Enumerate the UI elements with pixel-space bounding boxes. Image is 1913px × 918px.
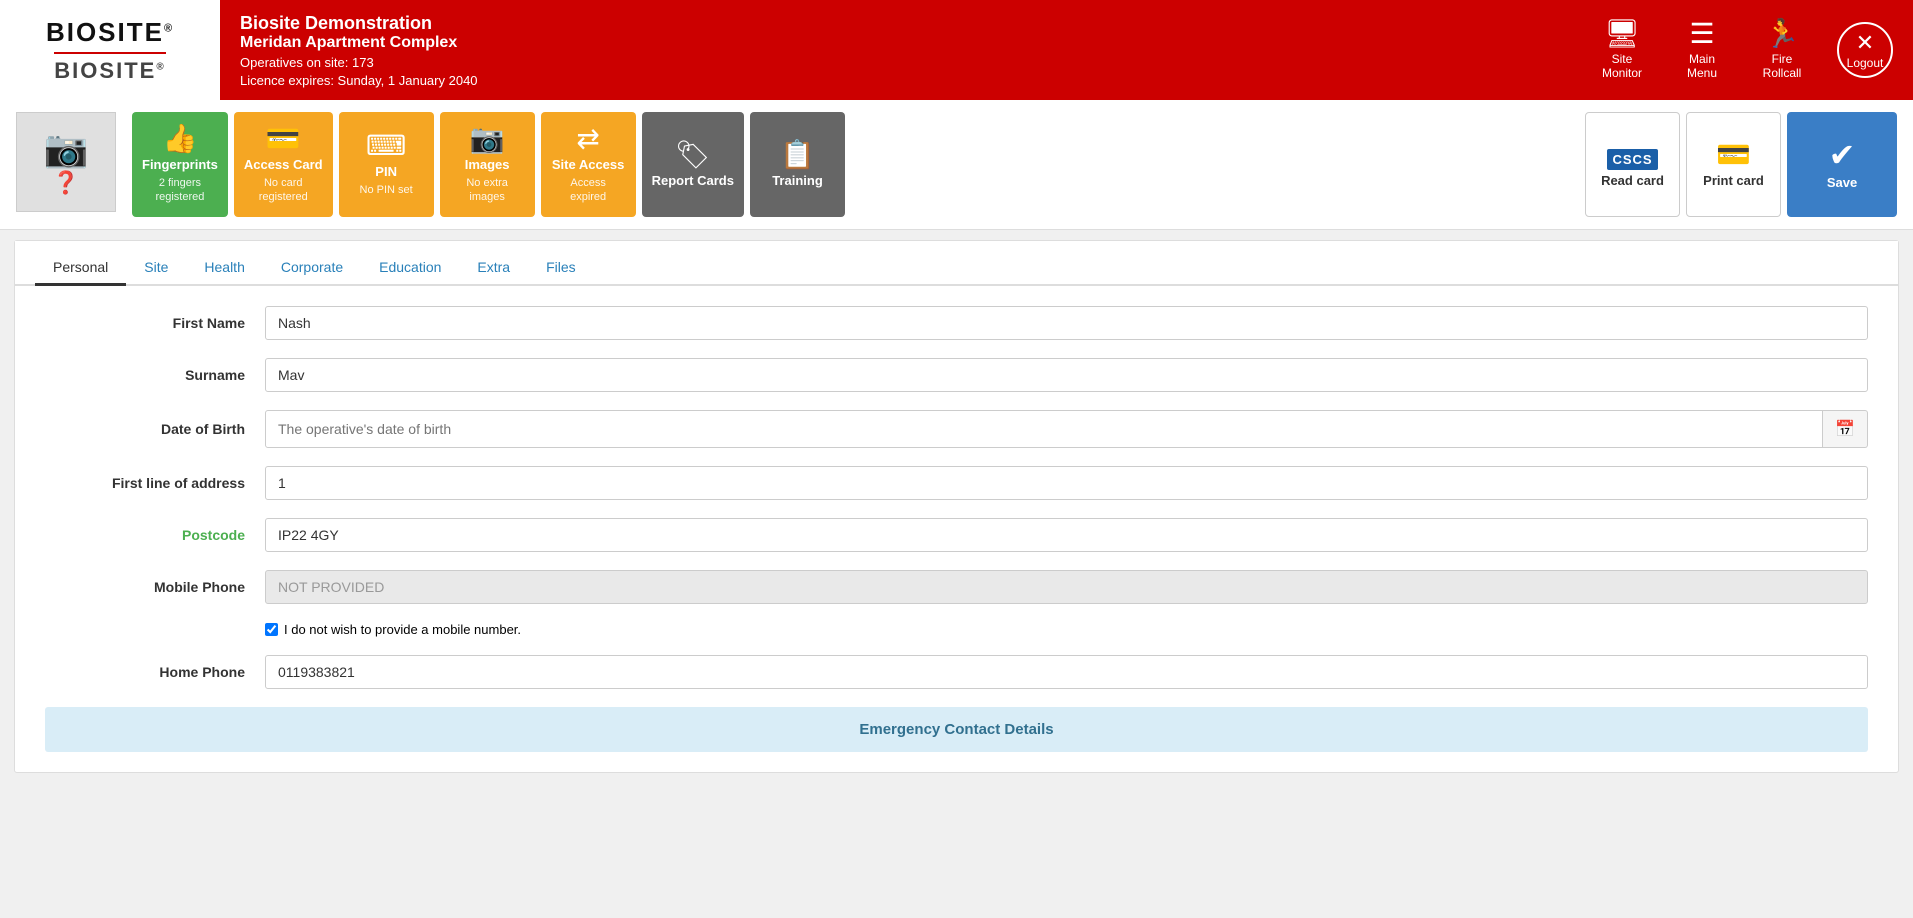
first-name-label: First Name (45, 315, 265, 331)
logo-bottom: BIOSITE® (54, 52, 165, 84)
dob-label: Date of Birth (45, 421, 265, 437)
logo-top: BIOSITE® (46, 17, 174, 48)
access-card-icon: 💳 (266, 125, 301, 153)
company-name: Biosite Demonstration (240, 13, 1557, 34)
access-card-label: Access Card (244, 157, 323, 172)
operative-photo[interactable]: 📷 ❓ (16, 112, 116, 212)
first-name-row: First Name (45, 306, 1868, 340)
main-content: Personal Site Health Corporate Education… (14, 240, 1899, 773)
logout-button[interactable]: ✕ Logout (1827, 17, 1903, 83)
photo-question: ❓ (52, 170, 79, 196)
postcode-label: Postcode (45, 527, 265, 543)
save-button[interactable]: ✔ Save (1787, 112, 1897, 217)
tab-site[interactable]: Site (126, 251, 186, 286)
address-input[interactable] (265, 466, 1868, 500)
images-icon: 📷 (470, 125, 505, 153)
toolbar: 📷 ❓ 👍 Fingerprints 2 fingersregistered 💳… (0, 100, 1913, 230)
images-sub: No extraimages (466, 176, 508, 205)
no-mobile-checkbox-row: I do not wish to provide a mobile number… (265, 622, 1868, 637)
header-nav: 🖥 SiteMonitor ☰ MainMenu 🏃 FireRollcall … (1577, 0, 1913, 100)
emergency-contact-title: Emergency Contact Details (65, 721, 1848, 738)
photo-icon: 📷 (44, 128, 89, 170)
logout-label: Logout (1847, 56, 1884, 70)
save-label: Save (1827, 175, 1857, 190)
dob-field-wrapper: 📅 (265, 410, 1868, 448)
tab-personal[interactable]: Personal (35, 251, 126, 286)
training-button[interactable]: 📋 Training (750, 112, 845, 217)
main-menu-button[interactable]: ☰ MainMenu (1667, 15, 1737, 85)
fingerprints-label: Fingerprints (142, 157, 218, 172)
fire-rollcall-icon: 🏃 (1765, 20, 1800, 48)
training-icon: 📋 (780, 141, 815, 169)
home-phone-input[interactable] (265, 655, 1868, 689)
fire-rollcall-button[interactable]: 🏃 FireRollcall (1747, 15, 1817, 85)
print-card-icon: 💳 (1716, 141, 1751, 169)
dob-row: Date of Birth 📅 (45, 410, 1868, 448)
tabs: Personal Site Health Corporate Education… (15, 241, 1898, 286)
images-label: Images (465, 157, 510, 172)
first-name-input[interactable] (265, 306, 1868, 340)
tab-health[interactable]: Health (186, 251, 262, 286)
header-info: Biosite Demonstration Meridan Apartment … (220, 0, 1577, 100)
site-monitor-button[interactable]: 🖥 SiteMonitor (1587, 15, 1657, 85)
logout-icon: ✕ (1856, 30, 1874, 56)
mobile-phone-row: Mobile Phone (45, 570, 1868, 604)
images-button[interactable]: 📷 Images No extraimages (440, 112, 535, 217)
postcode-row: Postcode (45, 518, 1868, 552)
print-card-button[interactable]: 💳 Print card (1686, 112, 1781, 217)
pin-icon: ⌨ (366, 132, 406, 160)
training-label: Training (772, 173, 823, 188)
main-menu-label: MainMenu (1687, 52, 1717, 80)
home-phone-row: Home Phone (45, 655, 1868, 689)
print-card-label: Print card (1703, 173, 1764, 188)
licence-expiry: Licence expires: Sunday, 1 January 2040 (240, 73, 1557, 88)
read-card-label: Read card (1601, 173, 1664, 188)
access-card-button[interactable]: 💳 Access Card No cardregistered (234, 112, 333, 217)
header: BIOSITE® BIOSITE® Biosite Demonstration … (0, 0, 1913, 100)
read-card-button[interactable]: CSCS Read card (1585, 112, 1680, 217)
access-card-sub: No cardregistered (259, 176, 308, 205)
site-monitor-icon: 🖥 (1604, 20, 1640, 48)
address-row: First line of address (45, 466, 1868, 500)
site-access-icon: ⇄ (576, 125, 599, 153)
tab-extra[interactable]: Extra (459, 251, 528, 286)
main-menu-icon: ☰ (1689, 20, 1714, 48)
dob-input[interactable] (265, 410, 1823, 448)
surname-label: Surname (45, 367, 265, 383)
fingerprints-icon: 👍 (162, 125, 197, 153)
dob-calendar-button[interactable]: 📅 (1823, 410, 1868, 448)
site-monitor-label: SiteMonitor (1602, 52, 1642, 80)
no-mobile-checkbox[interactable] (265, 623, 278, 636)
address-label: First line of address (45, 475, 265, 491)
read-card-icon: CSCS (1607, 141, 1657, 169)
tab-corporate[interactable]: Corporate (263, 251, 361, 286)
save-icon: ✔ (1829, 139, 1856, 171)
pin-label: PIN (375, 164, 397, 179)
fingerprints-sub: 2 fingersregistered (155, 176, 204, 205)
no-mobile-label: I do not wish to provide a mobile number… (284, 622, 521, 637)
fire-rollcall-label: FireRollcall (1763, 52, 1802, 80)
surname-row: Surname (45, 358, 1868, 392)
form-area: First Name Surname Date of Birth 📅 First… (15, 286, 1898, 772)
site-name: Meridan Apartment Complex (240, 34, 1557, 52)
emergency-contact-section: Emergency Contact Details (45, 707, 1868, 752)
operatives-count: Operatives on site: 173 (240, 55, 1557, 70)
mobile-phone-label: Mobile Phone (45, 579, 265, 595)
report-cards-icon: 🏷 (675, 141, 711, 169)
tab-education[interactable]: Education (361, 251, 459, 286)
site-access-label: Site Access (552, 157, 625, 172)
site-access-sub: Accessexpired (570, 176, 606, 205)
pin-button[interactable]: ⌨ PIN No PIN set (339, 112, 434, 217)
postcode-input[interactable] (265, 518, 1868, 552)
report-cards-button[interactable]: 🏷 Report Cards (642, 112, 744, 217)
site-access-button[interactable]: ⇄ Site Access Accessexpired (541, 112, 636, 217)
surname-input[interactable] (265, 358, 1868, 392)
pin-sub: No PIN set (360, 183, 413, 197)
mobile-phone-input (265, 570, 1868, 604)
report-cards-label: Report Cards (652, 173, 734, 188)
fingerprints-button[interactable]: 👍 Fingerprints 2 fingersregistered (132, 112, 228, 217)
tab-files[interactable]: Files (528, 251, 594, 286)
home-phone-label: Home Phone (45, 664, 265, 680)
logo: BIOSITE® BIOSITE® (0, 0, 220, 100)
